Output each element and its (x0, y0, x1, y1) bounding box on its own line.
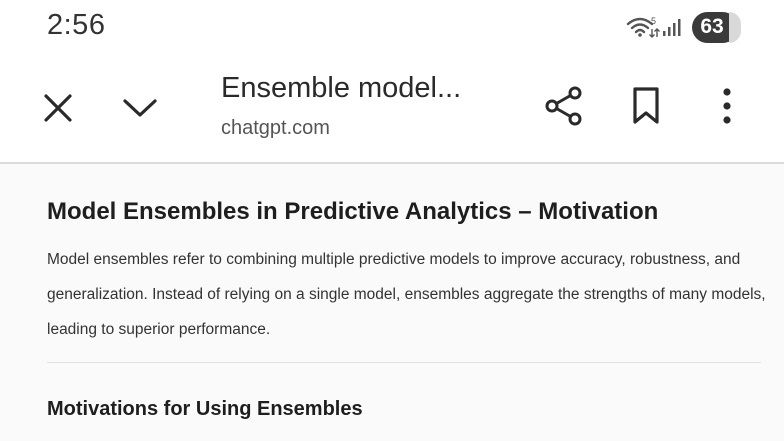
status-bar: 2:56 5 63 (0, 0, 784, 54)
page-title: Ensemble model... (221, 72, 462, 104)
battery-icon: 63 (692, 11, 741, 43)
more-vertical-icon (723, 88, 731, 124)
bookmark-button[interactable] (620, 80, 672, 132)
status-time: 2:56 (47, 9, 106, 41)
section-heading: Motivations for Using Ensembles (47, 398, 363, 420)
more-options-button[interactable] (704, 80, 750, 132)
bookmark-icon (633, 87, 659, 124)
svg-text:5: 5 (651, 16, 656, 26)
page-title-block: Ensemble model... chatgpt.com (221, 70, 521, 140)
section-divider (47, 362, 761, 363)
wifi-icon: 5 (626, 16, 660, 38)
close-icon (44, 94, 72, 122)
page-content[interactable]: Model Ensembles in Predictive Analytics … (0, 164, 784, 441)
battery-level: 63 (700, 15, 724, 38)
browser-toolbar: Ensemble model... chatgpt.com (0, 56, 784, 162)
share-button[interactable] (538, 80, 590, 132)
share-icon (545, 86, 582, 126)
minimize-button[interactable] (116, 84, 164, 132)
close-button[interactable] (34, 84, 82, 132)
page-domain: chatgpt.com (221, 117, 330, 139)
article-heading: Model Ensembles in Predictive Analytics … (47, 198, 659, 225)
status-icons: 5 63 (626, 10, 741, 44)
chevron-down-icon (123, 99, 157, 117)
article-paragraph: Model ensembles refer to combining multi… (47, 251, 766, 338)
signal-bars-icon (663, 19, 681, 36)
